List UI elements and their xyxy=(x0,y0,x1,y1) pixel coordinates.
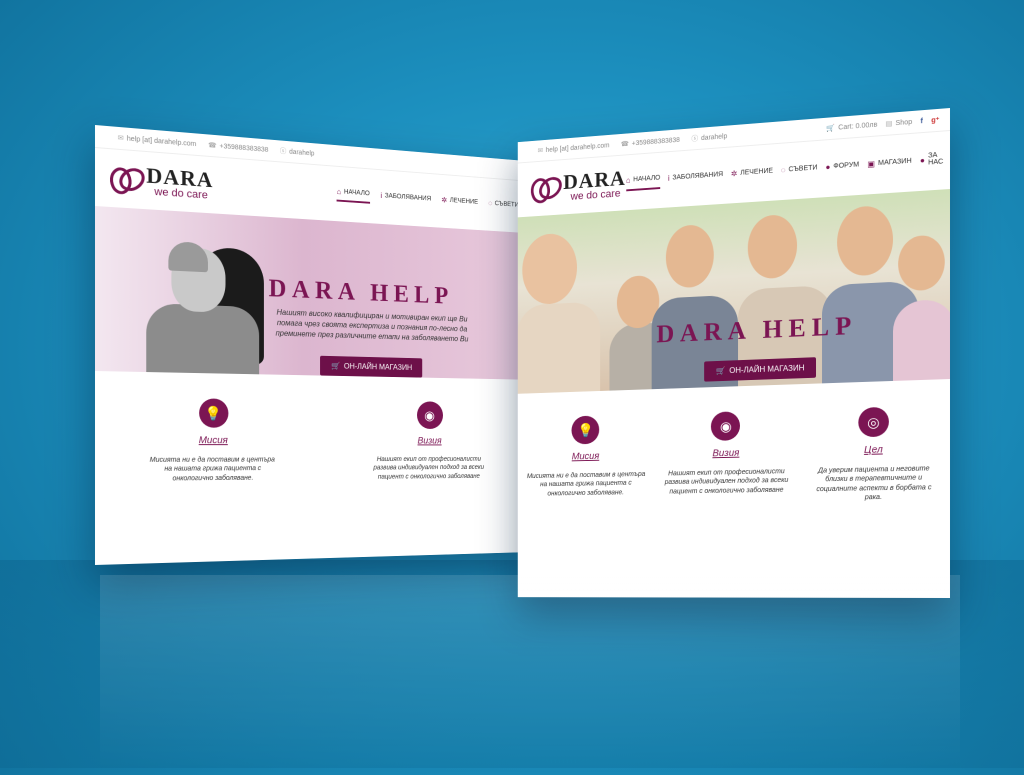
phone-icon: ☎ xyxy=(208,142,217,150)
chat-icon: ◌ xyxy=(488,198,493,208)
skype-item[interactable]: ⓢ darahelp xyxy=(691,131,727,143)
shop-icon: ▤ xyxy=(885,120,893,128)
butterfly-logo-icon xyxy=(104,162,149,197)
feature-text: Да уверим пациента и неговите близки в т… xyxy=(816,465,932,502)
nav-item-diseases[interactable]: i ЗАБОЛЯВАНИЯ xyxy=(668,167,723,188)
feature-title[interactable]: Мисия xyxy=(149,435,276,446)
email-item[interactable]: ✉ help [at] darahelp.com xyxy=(537,141,610,155)
skype-icon: ⓢ xyxy=(279,148,287,156)
features-section: 💡 Мисия Мисията ни е да поставим в центъ… xyxy=(95,371,529,484)
nav-item-shop[interactable]: ▣ МАГАЗИН xyxy=(867,154,911,175)
feature-vision: ◉ Визия Нашият екип от професионалисти р… xyxy=(663,410,789,506)
feature-text: Мисията ни е да поставим в центъра на на… xyxy=(149,456,275,483)
cart-icon: 🛒 xyxy=(715,366,726,376)
email-item[interactable]: ✉ help [at] darahelp.com xyxy=(118,134,197,148)
feature-vision: ◉ Визия Нашият екип от професионалисти р… xyxy=(372,401,485,482)
gear-icon: ✲ xyxy=(441,195,448,204)
cart-icon: 🛒 xyxy=(826,124,836,133)
cart-link[interactable]: 🛒 Cart: 0.00лв xyxy=(826,121,877,133)
feature-goal: ◎ Цел Да уверим пациента и неговите близ… xyxy=(808,405,941,503)
info-icon: i xyxy=(667,173,670,183)
mockup-reflection xyxy=(100,575,960,775)
feature-text: Мисията ни е да поставим в центъра на на… xyxy=(526,471,646,498)
feature-mission: 💡 Мисия Мисията ни е да поставим в центъ… xyxy=(526,414,646,508)
nav-item-about[interactable]: ● ЗА НАС xyxy=(920,151,943,171)
phone-item[interactable]: ☎ +359888383838 xyxy=(208,141,268,154)
cart-icon: 🛒 xyxy=(331,361,341,371)
online-shop-button[interactable]: 🛒 ОН-ЛАЙН МАГАЗИН xyxy=(704,357,817,382)
features-section: 💡 Мисия Мисията ни е да поставим в центъ… xyxy=(518,379,950,508)
feature-text: Нашият екип от професионалисти развива и… xyxy=(664,468,789,496)
nav-item-diseases[interactable]: i ЗАБОЛЯВАНИЯ xyxy=(381,190,432,207)
facebook-icon[interactable]: f xyxy=(921,117,923,125)
nav-item-home[interactable]: ⌂ НАЧАЛО xyxy=(625,171,661,192)
chat-icon: ◌ xyxy=(780,165,786,175)
eye-icon: ◉ xyxy=(416,401,443,429)
nav-item-advice[interactable]: ◌ СЪВЕТИ xyxy=(488,198,519,214)
hero-banner: DARA HELP 🛒 ОН-ЛАЙН МАГАЗИН xyxy=(517,189,950,394)
hero-woman-image xyxy=(136,233,264,375)
lightbulb-icon: 💡 xyxy=(198,398,228,428)
people-icon: ● xyxy=(919,155,925,165)
users-icon: ● xyxy=(825,162,831,172)
eye-icon: ◉ xyxy=(711,411,741,441)
home-icon: ⌂ xyxy=(625,175,631,185)
brand-tagline: we do care xyxy=(570,187,621,203)
phone-icon: ☎ xyxy=(620,140,629,149)
logo[interactable]: DARA we do care xyxy=(526,165,626,207)
nav-item-treatment[interactable]: ✲ ЛЕЧЕНИЕ xyxy=(731,164,773,184)
lightbulb-icon: 💡 xyxy=(571,415,600,445)
hero-banner: DARA HELP Нашият високо квалифициран и м… xyxy=(95,206,529,380)
feature-text: Нашият екип от професионалисти развива и… xyxy=(373,456,485,481)
phone-item[interactable]: ☎ +359888383838 xyxy=(620,136,680,149)
brand-tagline: we do care xyxy=(154,185,208,201)
gear-icon: ✲ xyxy=(730,168,738,178)
nav-item-home[interactable]: ⌂ НАЧАЛО xyxy=(336,186,370,204)
hero-text: Нашият високо квалифициран и мотивиран е… xyxy=(275,307,469,343)
logo[interactable]: DARA we do care xyxy=(104,161,213,201)
butterfly-logo-icon xyxy=(526,172,566,207)
bag-icon: ▣ xyxy=(867,158,876,169)
mail-icon: ✉ xyxy=(117,134,124,143)
nav-item-advice[interactable]: ◌ СЪВЕТИ xyxy=(781,161,818,181)
website-mockup-left: ✉ help [at] darahelp.com ☎ +359888383838 ⓢ… xyxy=(95,125,529,565)
feature-title[interactable]: Цел xyxy=(808,443,941,457)
nav-item-forum[interactable]: ● ФОРУМ xyxy=(825,158,859,178)
online-shop-button[interactable]: 🛒 ОН-ЛАЙН МАГАЗИН xyxy=(320,355,423,378)
feature-title[interactable]: Визия xyxy=(663,447,789,460)
main-nav: ⌂ НАЧАЛО i ЗАБОЛЯВАНИЯ ✲ ЛЕЧЕНИЕ ◌ СЪВЕТИ xyxy=(336,186,519,214)
website-mockup-right: ✉ help [at] darahelp.com ☎ +359888383838 ⓢ… xyxy=(517,108,950,598)
shop-link[interactable]: ▤ Shop xyxy=(885,118,913,128)
feature-title[interactable]: Мисия xyxy=(526,450,646,463)
nav-item-treatment[interactable]: ✲ ЛЕЧЕНИЕ xyxy=(441,194,478,210)
skype-item[interactable]: ⓢ darahelp xyxy=(280,146,315,158)
feature-mission: 💡 Мисия Мисията ни е да поставим в центъ… xyxy=(149,398,276,484)
main-nav: ⌂ НАЧАЛО i ЗАБОЛЯВАНИЯ ✲ ЛЕЧЕНИЕ ◌ СЪВЕТИ ● Ф… xyxy=(625,151,943,192)
feature-title[interactable]: Визия xyxy=(372,436,485,446)
target-icon: ◎ xyxy=(858,406,889,438)
googleplus-icon[interactable]: g⁺ xyxy=(931,116,939,125)
skype-icon: ⓢ xyxy=(691,135,699,143)
home-icon: ⌂ xyxy=(336,186,342,196)
info-icon: i xyxy=(380,191,383,200)
hero-title: DARA HELP xyxy=(268,274,454,310)
mail-icon: ✉ xyxy=(537,147,544,155)
